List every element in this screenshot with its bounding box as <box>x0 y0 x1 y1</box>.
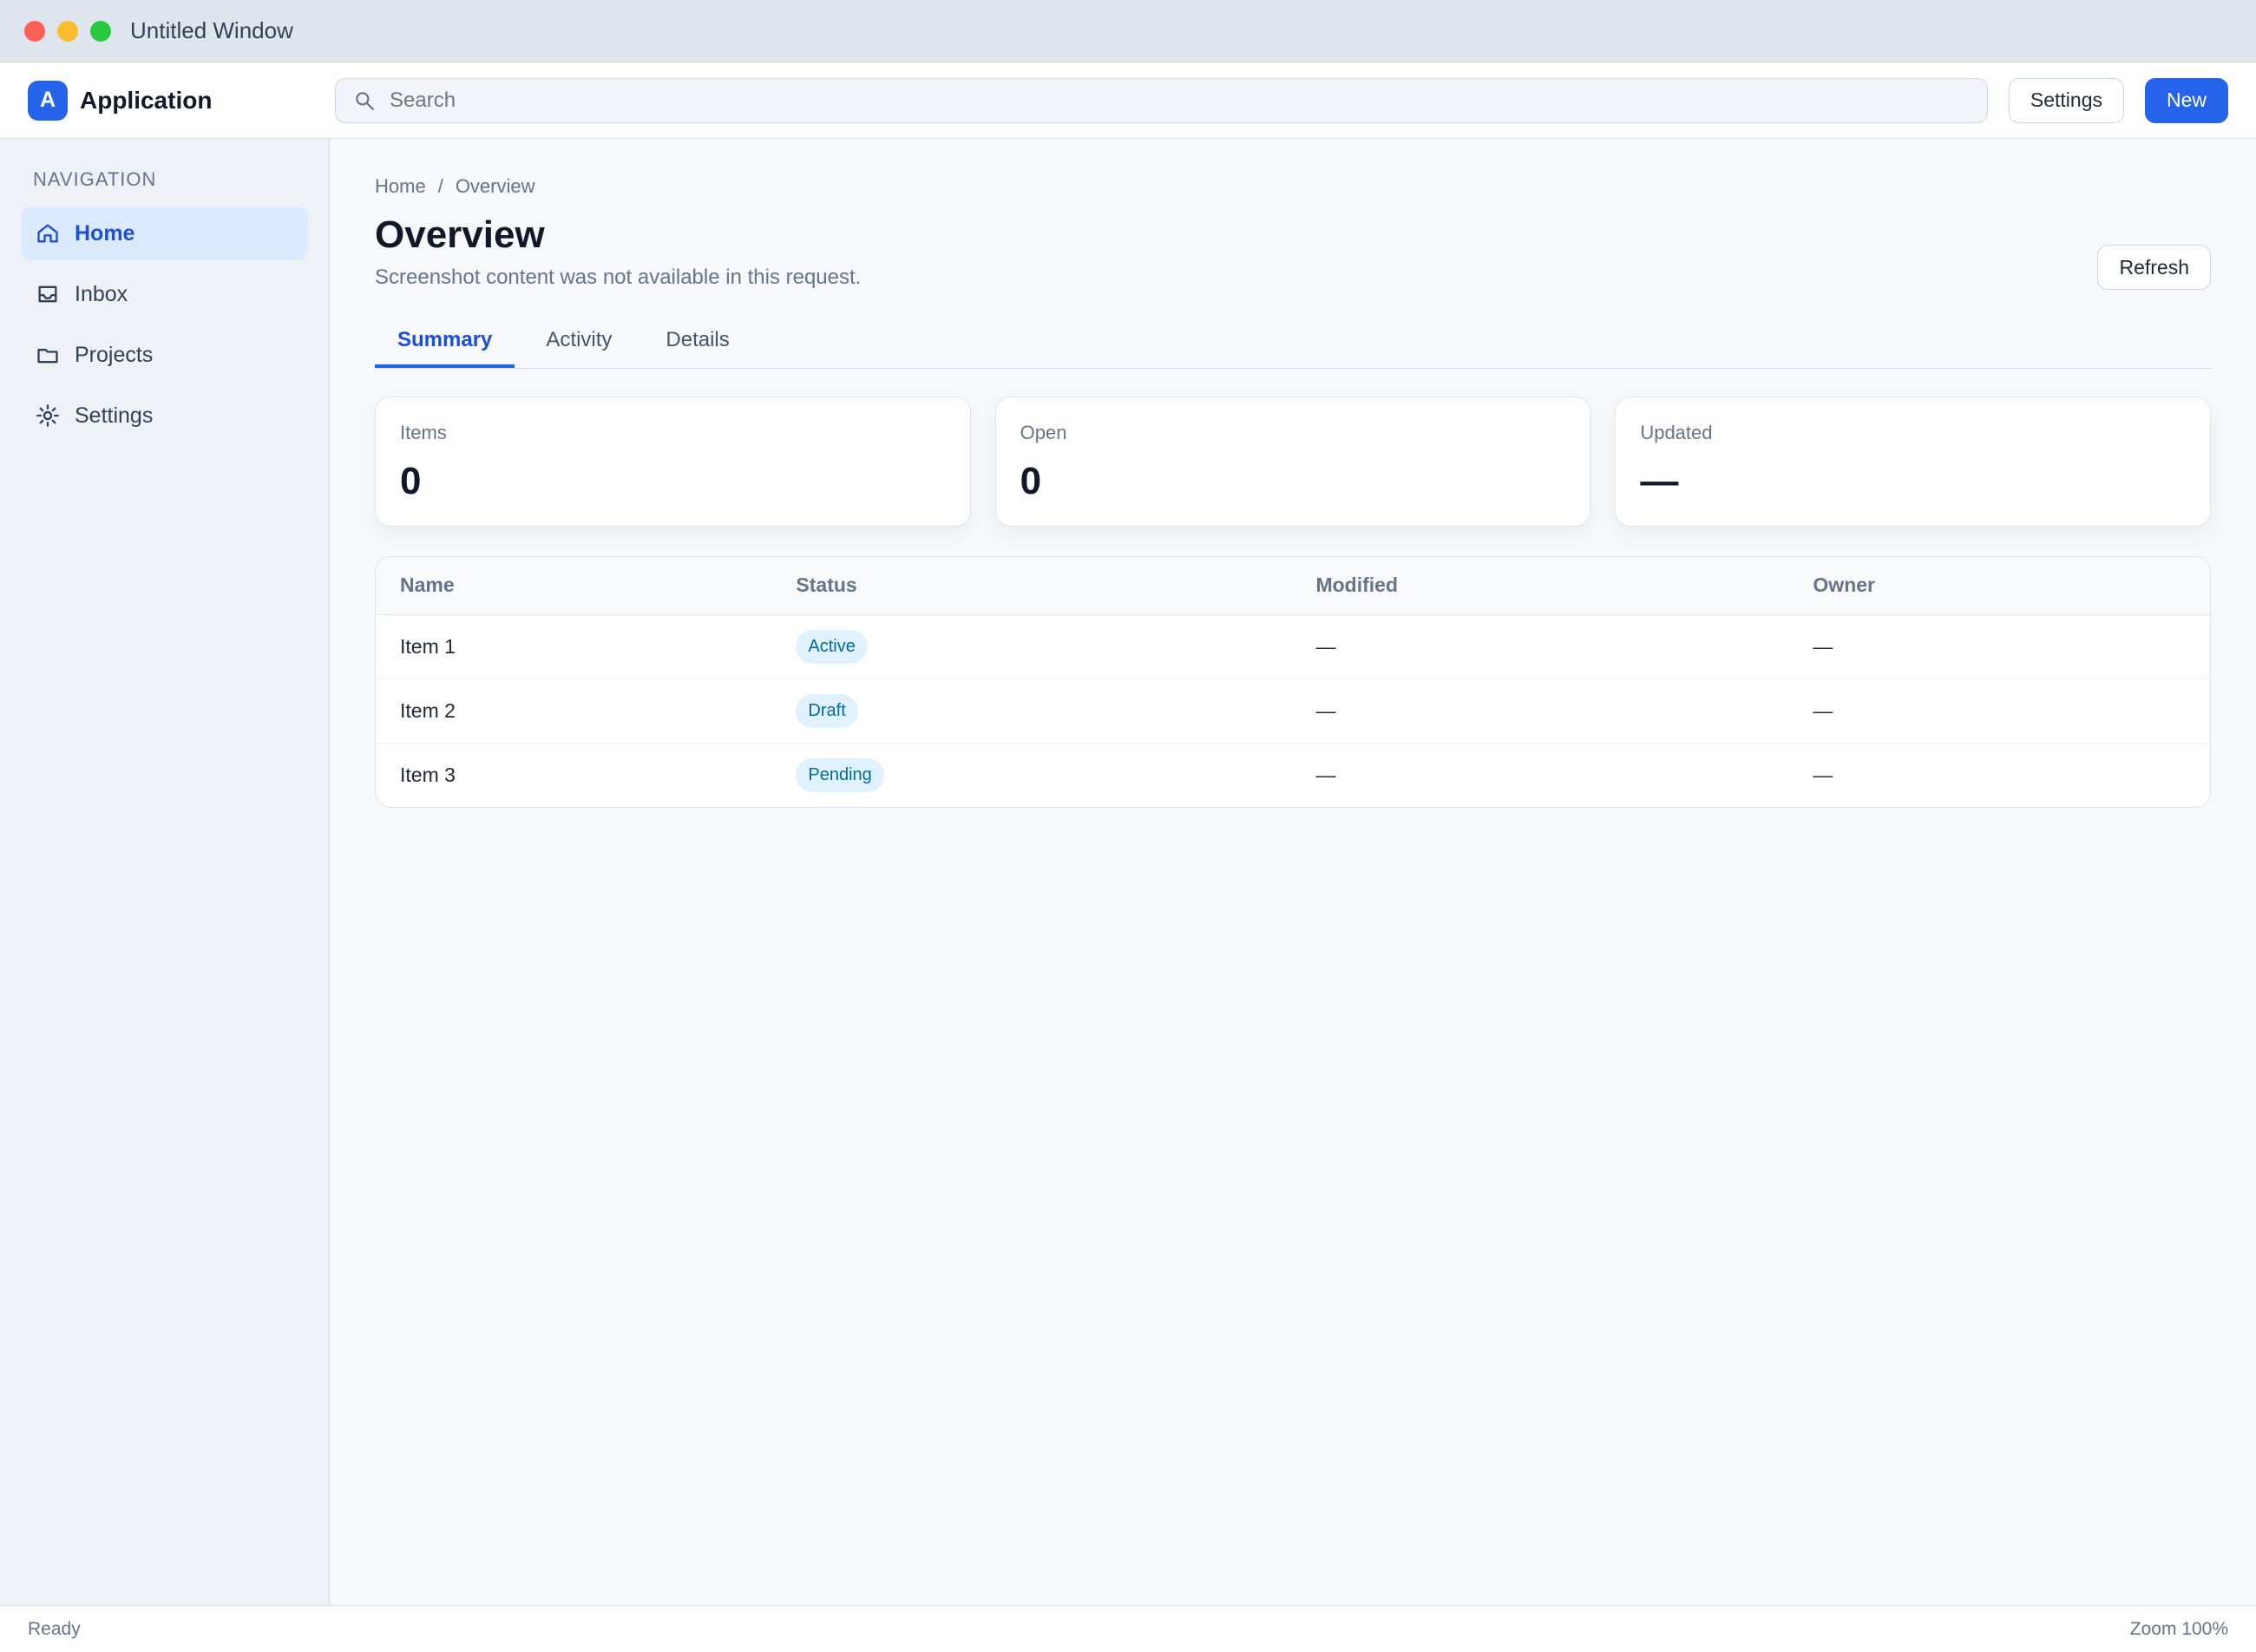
content-tabs: Summary Activity Details <box>375 316 2211 369</box>
summary-card: Open 0 <box>994 397 1591 527</box>
table-cell-modified: — <box>1291 678 1789 744</box>
top-toolbar: A Application Settings New <box>0 62 2256 139</box>
status-bar: Ready Zoom 100% <box>0 1605 2256 1652</box>
minimize-window-button[interactable] <box>57 20 78 42</box>
table-row[interactable]: Item 1 Active — — <box>376 614 2210 679</box>
breadcrumb: Home / Overview <box>375 175 2211 198</box>
sidebar-item-inbox[interactable]: Inbox <box>21 267 308 321</box>
breadcrumb-item: Overview <box>455 175 535 197</box>
table-cell-modified: — <box>1291 614 1789 679</box>
table-row[interactable]: Item 3 Pending — — <box>376 743 2210 807</box>
app-brand: A Application <box>28 80 314 121</box>
card-value: 0 <box>1020 460 1042 502</box>
sidebar-item-settings[interactable]: Settings <box>21 389 308 442</box>
status-badge: Draft <box>796 693 858 728</box>
card-label: Items <box>400 422 447 443</box>
data-table: Name Status Modified Owner Item 1 Active <box>376 557 2210 807</box>
tab-activity[interactable]: Activity <box>523 316 634 368</box>
window-titlebar: Untitled Window <box>0 0 2256 62</box>
card-value: 0 <box>400 460 422 502</box>
app-title: Application <box>80 86 213 114</box>
table-cell-owner: — <box>1813 763 1833 786</box>
card-label: Updated <box>1640 422 1713 443</box>
refresh-button[interactable]: Refresh <box>2097 245 2211 290</box>
table-body: Item 1 Active — — Item 2 Draft — — Item … <box>376 614 2210 807</box>
new-button[interactable]: New <box>2144 77 2228 123</box>
search-box[interactable] <box>335 77 1988 123</box>
data-table-container: Name Status Modified Owner Item 1 Active <box>375 556 2211 808</box>
gear-icon <box>35 403 61 429</box>
inbox-icon <box>35 281 61 307</box>
close-window-button[interactable] <box>24 20 45 42</box>
sidebar-heading: Navigation <box>33 168 157 190</box>
page-title: Overview <box>375 213 545 256</box>
sidebar-item-projects[interactable]: Projects <box>21 328 308 382</box>
page-heading-group: Overview Screenshot content was not avai… <box>375 213 861 290</box>
zoom-level: Zoom 100% <box>2129 1618 2228 1639</box>
app-logo: A <box>28 80 68 121</box>
table-cell-status: Active <box>771 614 1292 679</box>
table-cell-owner: — <box>1788 614 2210 679</box>
sidebar-item-label: Settings <box>75 403 154 428</box>
table-cell-name: Item 2 <box>376 678 772 744</box>
table-column-header[interactable]: Owner <box>1788 557 2210 615</box>
table-row[interactable]: Item 2 Draft — — <box>376 678 2210 744</box>
maximize-window-button[interactable] <box>90 20 111 42</box>
status-badge: Active <box>796 629 868 664</box>
card-value: — <box>1640 460 1679 502</box>
page-subtitle: Screenshot content was not available in … <box>375 266 862 289</box>
table-cell-status: Pending <box>771 743 1291 807</box>
sidebar-item-label: Projects <box>75 342 154 367</box>
summary-card: Items 0 <box>375 397 971 527</box>
summary-cards: Items 0 Open 0 Updated — <box>375 397 2211 527</box>
table-header: Name Status Modified Owner <box>376 557 2210 615</box>
app-body: Navigation Home Inbox <box>0 139 2256 1605</box>
folder-icon <box>35 342 61 368</box>
sidebar-item-label: Inbox <box>75 281 128 306</box>
window-title: Untitled Window <box>130 17 293 43</box>
summary-card: Updated — <box>1615 397 2211 527</box>
window-controls <box>24 20 111 42</box>
page-header: Overview Screenshot content was not avai… <box>375 213 2211 290</box>
table-header-row: Name Status Modified Owner <box>376 557 2210 615</box>
table-cell-owner: — <box>1788 678 2210 744</box>
home-icon <box>35 220 61 246</box>
tab-summary[interactable]: Summary <box>375 316 515 368</box>
breadcrumb-item[interactable]: Home <box>375 175 426 198</box>
table-column-header[interactable]: Name <box>376 557 772 615</box>
sidebar-item-home[interactable]: Home <box>21 206 308 260</box>
card-label: Open <box>1020 422 1067 443</box>
status-badge: Pending <box>796 757 884 792</box>
table-cell-name: Item 1 <box>376 614 772 679</box>
sidebar: Navigation Home Inbox <box>0 139 330 1605</box>
settings-button[interactable]: Settings <box>2008 77 2124 123</box>
table-column-header[interactable]: Status <box>771 557 1292 615</box>
search-icon <box>351 88 377 114</box>
tab-details[interactable]: Details <box>643 316 751 368</box>
sidebar-item-label: Home <box>75 220 135 246</box>
table-cell-modified: — <box>1315 763 1336 786</box>
main-content: Home / Overview Overview Screenshot cont… <box>330 139 2256 1605</box>
table-cell-status: Draft <box>771 678 1292 744</box>
table-column-header[interactable]: Modified <box>1291 557 1789 615</box>
breadcrumb-separator: / <box>437 175 443 197</box>
app-window: Untitled Window A Application Settings N… <box>0 0 2256 1652</box>
status-left-text: Ready <box>28 1618 81 1639</box>
search-input[interactable] <box>390 78 1971 122</box>
table-cell-name: Item 3 <box>400 763 456 786</box>
